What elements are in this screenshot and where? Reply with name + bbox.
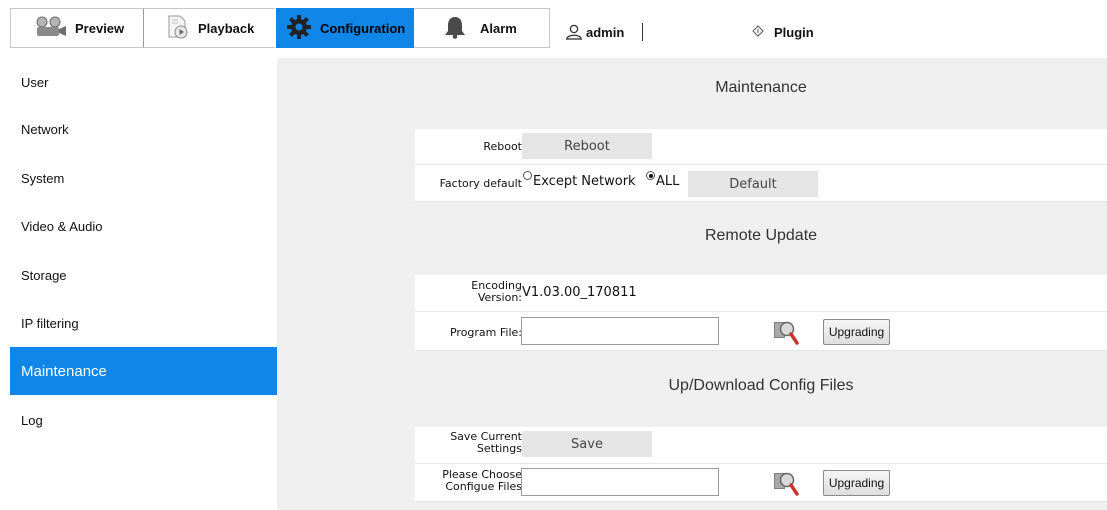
radio-all-label: ALL [656,174,680,189]
tab-playback[interactable]: Playback [144,8,275,48]
upgrading-config-button[interactable]: Upgrading [823,470,890,496]
tab-alarm-label: Alarm [480,20,517,36]
plugin-icon [752,24,764,40]
gear-icon [286,14,312,43]
sidebar: User Network System Video & Audio Storag… [0,58,277,510]
user-area[interactable]: admin [565,20,644,44]
magnifier-browse-icon[interactable] [770,470,800,496]
config-file-input[interactable] [521,468,719,496]
radio-all[interactable]: ALL [646,171,680,189]
tab-playback-label: Playback [198,20,255,36]
camera-icon [33,16,67,41]
save-settings-label-line2: Settings [476,442,522,455]
sidebar-item-ip-filtering[interactable]: IP filtering [10,299,277,347]
username: admin [586,24,625,40]
plugin-link[interactable]: Plugin [752,20,814,44]
sidebar-item-network[interactable]: Network [10,105,277,153]
sidebar-item-label: Maintenance [21,362,107,380]
tab-alarm[interactable]: Alarm [414,8,550,48]
tab-configuration[interactable]: Configuration [276,8,414,48]
divider [642,23,644,41]
reboot-label: Reboot [483,140,522,153]
sidebar-item-label: Video & Audio [21,218,103,234]
sidebar-item-label: System [21,170,65,186]
sidebar-item-maintenance[interactable]: Maintenance [10,347,277,395]
program-file-row: Program File: Upgrading [415,312,1107,351]
radio-all-control[interactable] [646,171,655,180]
sidebar-item-label: Log [21,412,43,428]
radio-except-network-control[interactable] [523,171,532,180]
version-value: V1.03.00_170811 [522,285,637,300]
sidebar-item-label: IP filtering [21,315,79,331]
sidebar-item-system[interactable]: System [10,154,277,202]
version-row: Encoding Version: V1.03.00_170811 [415,275,1107,312]
top-navigation: Preview Playback Configuration Alarm adm… [0,0,1107,58]
section-title-config-files: Up/Download Config Files [668,377,854,394]
version-label-line2: Version: [477,291,522,304]
section-title-maintenance: Maintenance [715,79,807,96]
sidebar-item-label: User [21,74,49,90]
factory-default-row: Factory default Except Network ALL Defau… [415,165,1107,202]
bell-icon [444,15,466,42]
choose-config-label-line2: Configue Files [445,480,522,493]
plugin-label: Plugin [774,24,814,40]
sidebar-item-storage[interactable]: Storage [10,251,277,299]
sidebar-item-user[interactable]: User [10,58,277,106]
main-panel: Maintenance Reboot Reboot Factory defaul… [277,58,1107,510]
default-button[interactable]: Default [688,171,818,197]
reboot-row: Reboot Reboot [415,129,1107,165]
sidebar-item-video-audio[interactable]: Video & Audio [10,202,277,250]
reboot-button[interactable]: Reboot [522,133,652,159]
radio-except-network[interactable]: Except Network [523,171,636,189]
save-settings-label: Save Current Settings [450,431,522,455]
tab-preview-label: Preview [75,20,125,36]
playback-file-icon [166,15,190,42]
program-file-label: Program File: [449,326,522,339]
factory-default-label: Factory default [439,177,522,190]
save-settings-row: Save Current Settings Save [415,427,1107,464]
section-title-remote-update: Remote Update [704,227,818,244]
save-button[interactable]: Save [522,431,652,457]
sidebar-item-log[interactable]: Log [10,396,277,444]
version-label: Encoding Version: [471,280,522,304]
tab-preview[interactable]: Preview [10,8,144,48]
sidebar-item-label: Network [21,121,69,137]
upgrading-button[interactable]: Upgrading [823,319,890,345]
radio-except-network-label: Except Network [533,174,636,189]
magnifier-browse-icon[interactable] [770,319,800,345]
program-file-input[interactable] [521,317,719,345]
choose-config-row: Please Choose Configue Files Upgrading [415,464,1107,502]
sidebar-item-label: Storage [21,267,67,283]
user-icon [565,24,583,40]
tab-configuration-label: Configuration [320,20,406,36]
choose-config-label: Please Choose Configue Files [442,469,522,493]
